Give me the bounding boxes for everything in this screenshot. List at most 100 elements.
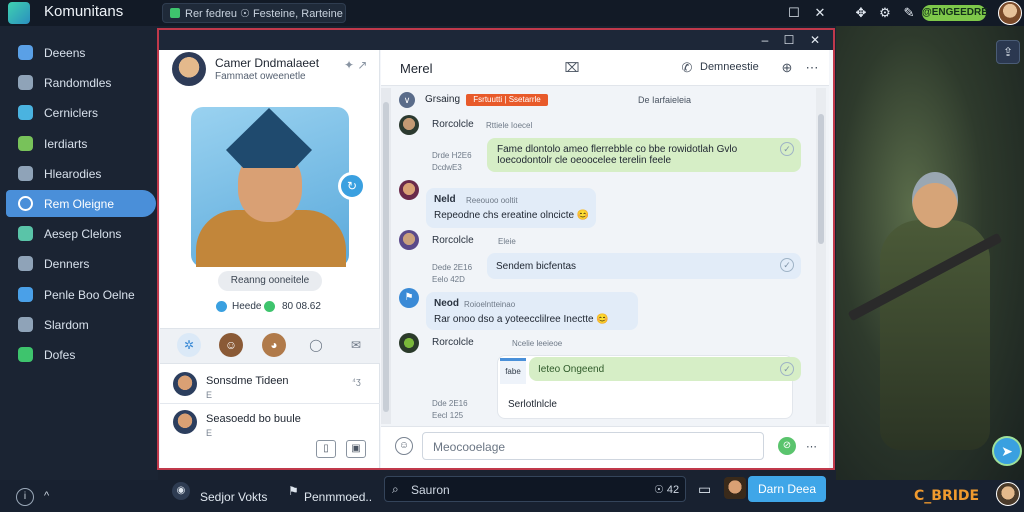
sidebar-item-label: Aesep Clelons <box>44 227 122 242</box>
search-input[interactable]: Sauron <box>384 476 686 502</box>
message-avatar[interactable] <box>399 230 419 250</box>
flag-icon[interactable]: ⚑ <box>288 484 299 498</box>
card-text: Ieteo Ongeend <box>538 364 605 375</box>
settings-gear-icon[interactable]: ✲ <box>177 333 201 357</box>
contact-name[interactable]: Seasoedd bo buule <box>206 413 301 425</box>
channel-name: Grsaing <box>425 94 461 105</box>
message-text: Rar onoo dso a yoteecclilree Inectte 😊 <box>434 314 609 325</box>
sidebar-item[interactable]: Deeens <box>6 39 156 66</box>
move-icon[interactable]: ✥ <box>852 4 870 22</box>
contact-avatar[interactable] <box>173 410 197 434</box>
channel-tag: Fsrtuutti | Ssetarrle <box>466 94 548 106</box>
bottom-user-avatar[interactable] <box>996 482 1020 506</box>
sidebar-item[interactable]: Slardom <box>6 311 156 338</box>
user-avatar[interactable] <box>998 1 1022 25</box>
message-time: Eleie <box>498 237 516 246</box>
soldier-head <box>912 172 958 228</box>
settings-icon[interactable]: ⚙ <box>876 4 894 22</box>
send-fab-icon[interactable]: ➤ <box>992 436 1022 466</box>
sidebar-item[interactable]: Aesep Clelons <box>6 220 156 247</box>
contact-meta: E <box>206 390 213 400</box>
sidebar-item[interactable]: Dofes <box>6 341 156 368</box>
message-input[interactable]: Meocooelage <box>422 432 764 460</box>
tab-status-icon <box>170 8 180 18</box>
check-icon <box>264 301 275 312</box>
active-tab[interactable]: Rer fedreu ☉ Festeine, Rarteine <box>162 3 346 23</box>
scrollbar-thumb[interactable] <box>818 114 824 244</box>
chat-header-action[interactable]: Demneestie <box>700 61 759 73</box>
grid-icon <box>18 75 33 91</box>
close-button[interactable]: ✕ <box>810 3 830 23</box>
copy-icon[interactable]: ▯ <box>316 440 336 458</box>
app-logo-icon <box>8 2 30 24</box>
top-bar <box>0 0 1024 26</box>
message-text: Serlotlnlcle <box>508 399 557 410</box>
window-titlebar <box>159 30 833 50</box>
bottom-item-1[interactable]: Sedjor Vokts <box>200 490 267 504</box>
composer-more-icon[interactable]: ⋯ <box>806 440 817 453</box>
folder-icon[interactable]: ▣ <box>346 440 366 458</box>
search-icon: ⌕ <box>392 482 399 496</box>
profile-avatar[interactable] <box>172 52 206 86</box>
bottom-item-2[interactable]: Penmmoed.. <box>304 490 372 504</box>
user-badge[interactable]: @ENGEEDRE <box>922 5 988 21</box>
globe-icon[interactable]: ⊕ <box>778 59 796 77</box>
maximize-button[interactable]: ☐ <box>784 3 804 23</box>
info-icon[interactable]: i <box>16 488 34 506</box>
read-check-icon: ✓ <box>780 362 794 376</box>
sidebar-item[interactable]: Cerniclers <box>6 99 156 126</box>
friend-avatar-icon[interactable]: ☺ <box>219 333 243 357</box>
contact-avatar[interactable] <box>173 372 197 396</box>
voice-icon[interactable]: ◉ <box>172 482 190 500</box>
screen-icon[interactable]: ▭ <box>698 481 711 498</box>
message-avatar[interactable]: ⚑ <box>399 288 419 308</box>
message-sender: Rorcolcle <box>432 337 474 348</box>
message-time: Rttiele Ioecel <box>486 121 533 130</box>
sidebar-item-label: Randomdles <box>44 76 112 91</box>
window-close-button[interactable]: ✕ <box>806 31 824 49</box>
window-maximize-button[interactable]: ☐ <box>780 31 798 49</box>
message-text: Repeodne chs ereatine olncicte 😊 <box>434 210 590 221</box>
comment-icon[interactable]: ◯ <box>304 333 328 357</box>
message-bubble[interactable]: Fame dlontolo ameo flerrebble co bbe row… <box>487 138 801 172</box>
sidebar-item-label: Deeens <box>44 46 86 60</box>
message-avatar[interactable] <box>399 115 419 135</box>
profile-stat-1: Heede <box>232 301 262 312</box>
mail-icon[interactable]: ✉ <box>344 333 368 357</box>
bottom-avatar[interactable] <box>724 477 746 499</box>
profile-stat-2: 80 08.62 <box>282 301 321 312</box>
channel-meta: De Iarfaieleia <box>638 95 692 105</box>
mute-icon[interactable]: ⌧ <box>563 59 581 77</box>
expand-icon[interactable]: ^ <box>44 490 49 502</box>
scrollbar-thumb[interactable] <box>383 102 389 412</box>
sidebar-item[interactable]: Denners <box>6 250 156 277</box>
window-minimize-button[interactable]: – <box>756 31 774 49</box>
message-sender: Rorcolcle <box>432 235 474 246</box>
profile-status-pill[interactable]: Reanng ooneitele <box>218 271 322 291</box>
contact-name[interactable]: Sonsdme Tideen <box>206 375 289 387</box>
clock-icon <box>18 165 33 181</box>
sidebar-item[interactable]: Hlearodies <box>6 160 156 187</box>
list-icon <box>18 256 33 272</box>
attach-icon[interactable]: ⊘ <box>778 437 796 455</box>
pin-icon[interactable]: ✦ ↗ <box>344 58 367 72</box>
message-avatar[interactable] <box>399 180 419 200</box>
more-icon[interactable]: ⋯ <box>803 59 821 77</box>
collapse-icon[interactable]: ∨ <box>399 92 415 108</box>
emoji-icon[interactable]: ☺ <box>395 437 413 455</box>
sidebar-item[interactable]: Randomdles <box>6 69 156 96</box>
send-button[interactable]: Darn Deea <box>748 476 826 502</box>
pen-icon[interactable]: ✎ <box>900 4 918 22</box>
read-check-icon: ✓ <box>780 142 794 156</box>
sidebar-item[interactable]: Rem Oleigne <box>6 190 156 217</box>
message-sender: Neod <box>434 298 459 309</box>
sidebar-item[interactable]: Penle Boo Oelne <box>6 281 156 308</box>
share-icon[interactable]: ⇪ <box>996 40 1020 64</box>
sidebar-item-label: Ierdiarts <box>44 136 88 151</box>
message-avatar[interactable] <box>399 333 419 353</box>
divider <box>160 403 380 404</box>
refresh-icon[interactable]: ↻ <box>338 172 366 200</box>
sidebar-item[interactable]: Ierdiarts <box>6 130 156 157</box>
phone-icon[interactable]: ✆ <box>678 59 696 77</box>
pet-avatar-icon[interactable]: ◕ <box>262 333 286 357</box>
